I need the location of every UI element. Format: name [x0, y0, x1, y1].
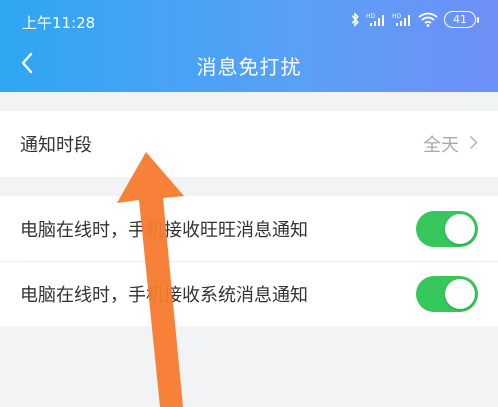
signal-hd-icon: HD — [366, 12, 386, 27]
system-notify-row: 电脑在线时，手机接收系统消息通知 — [0, 262, 498, 326]
wangwang-notify-toggle[interactable] — [416, 210, 478, 247]
battery-icon: 41 — [444, 11, 479, 28]
status-time: 上午11:28 — [22, 14, 96, 32]
notify-period-label: 通知时段 — [20, 135, 92, 156]
system-notify-toggle[interactable] — [416, 276, 478, 312]
chevron-right-icon — [469, 134, 478, 155]
toggle-knob — [445, 213, 475, 244]
nav-bar: 消息免打扰 — [0, 42, 498, 88]
notify-period-value: 全天 — [423, 135, 459, 156]
signal-hd-icon: HD — [392, 12, 412, 27]
toggle-knob — [445, 279, 475, 309]
page-title: 消息免打扰 — [196, 55, 302, 79]
svg-text:HD: HD — [366, 13, 376, 20]
status-bar: 上午11:28 HD HD 41 — [0, 0, 498, 40]
status-icons: HD HD 41 — [350, 11, 479, 28]
app-header: 上午11:28 HD HD 41 消息免打扰 — [0, 0, 498, 92]
bluetooth-icon — [350, 12, 360, 27]
wifi-icon — [418, 12, 438, 27]
notify-period-value-group: 全天 — [423, 131, 478, 157]
wangwang-notify-label: 电脑在线时，手机接收旺旺消息通知 — [20, 219, 308, 241]
notify-period-row[interactable]: 通知时段 全天 — [0, 111, 498, 177]
wangwang-notify-row: 电脑在线时，手机接收旺旺消息通知 — [0, 196, 498, 261]
system-notify-label: 电脑在线时，手机接收系统消息通知 — [20, 285, 308, 306]
svg-text:HD: HD — [392, 13, 402, 20]
